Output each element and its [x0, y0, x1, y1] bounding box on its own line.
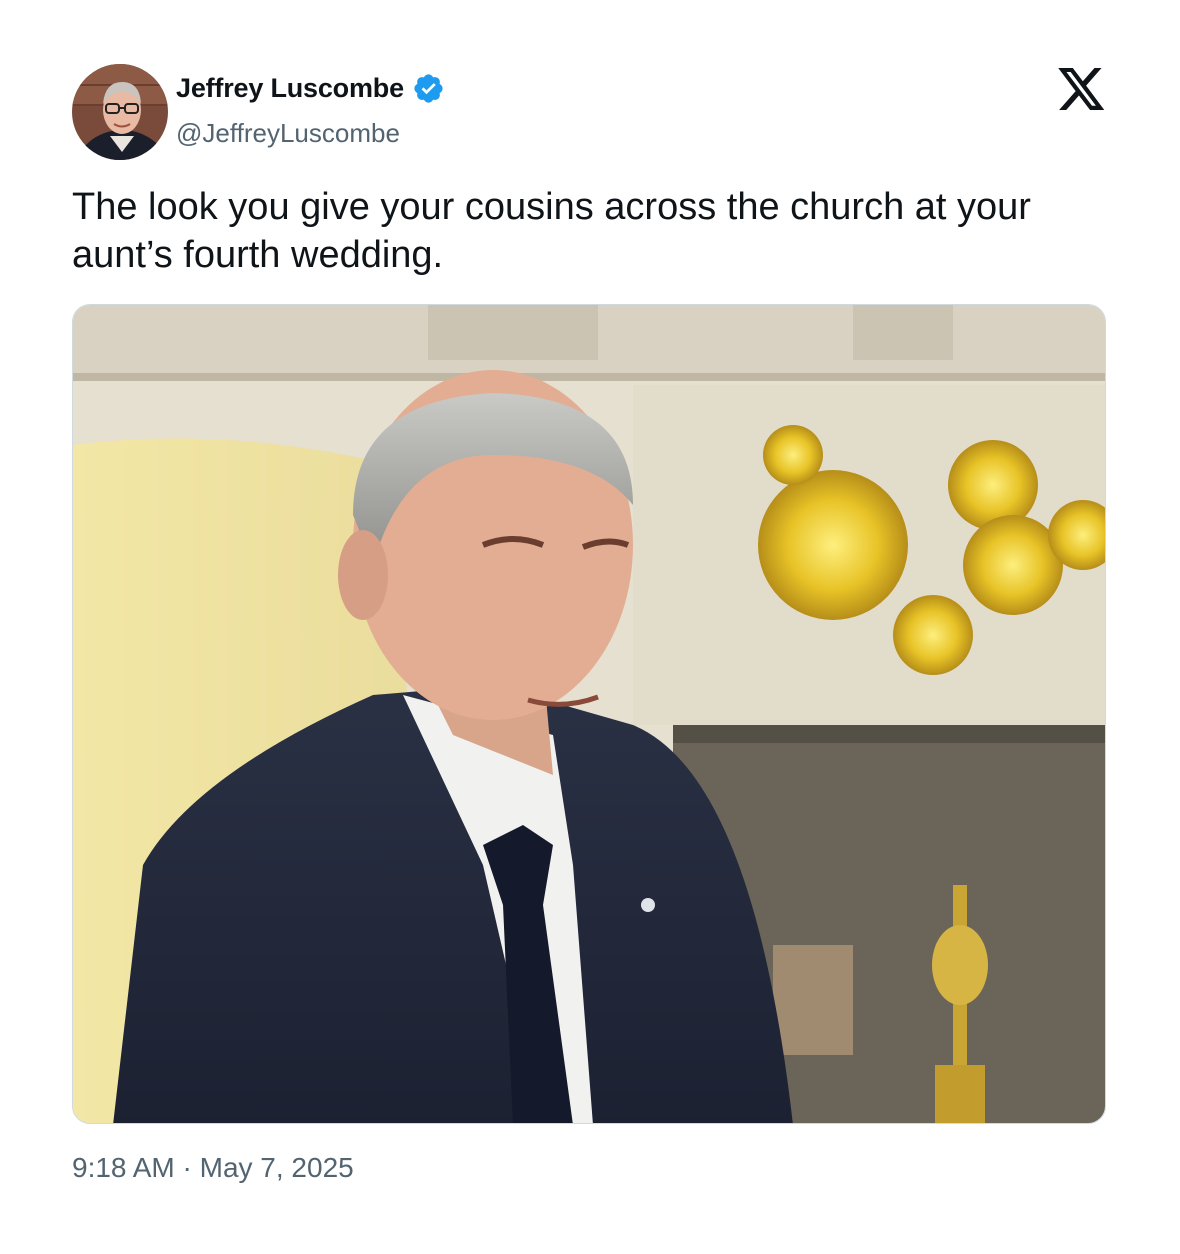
tweet-photo[interactable]	[72, 304, 1106, 1124]
author-display-name[interactable]: Jeffrey Luscombe	[176, 73, 404, 104]
author-name-row: Jeffrey Luscombe	[176, 72, 445, 105]
x-logo-icon[interactable]	[1058, 68, 1106, 112]
author-avatar[interactable]	[72, 64, 168, 160]
photo-illustration	[73, 305, 1105, 1123]
author-handle[interactable]: @JeffreyLuscombe	[176, 118, 400, 149]
tweet-text: The look you give your cousins across th…	[72, 186, 1031, 276]
tweet-card: Jeffrey Luscombe @JeffreyLuscombe The lo…	[0, 0, 1180, 1254]
tweet-timestamp[interactable]: 9:18 AM · May 7, 2025	[72, 1152, 354, 1184]
verified-badge-icon	[414, 74, 443, 103]
